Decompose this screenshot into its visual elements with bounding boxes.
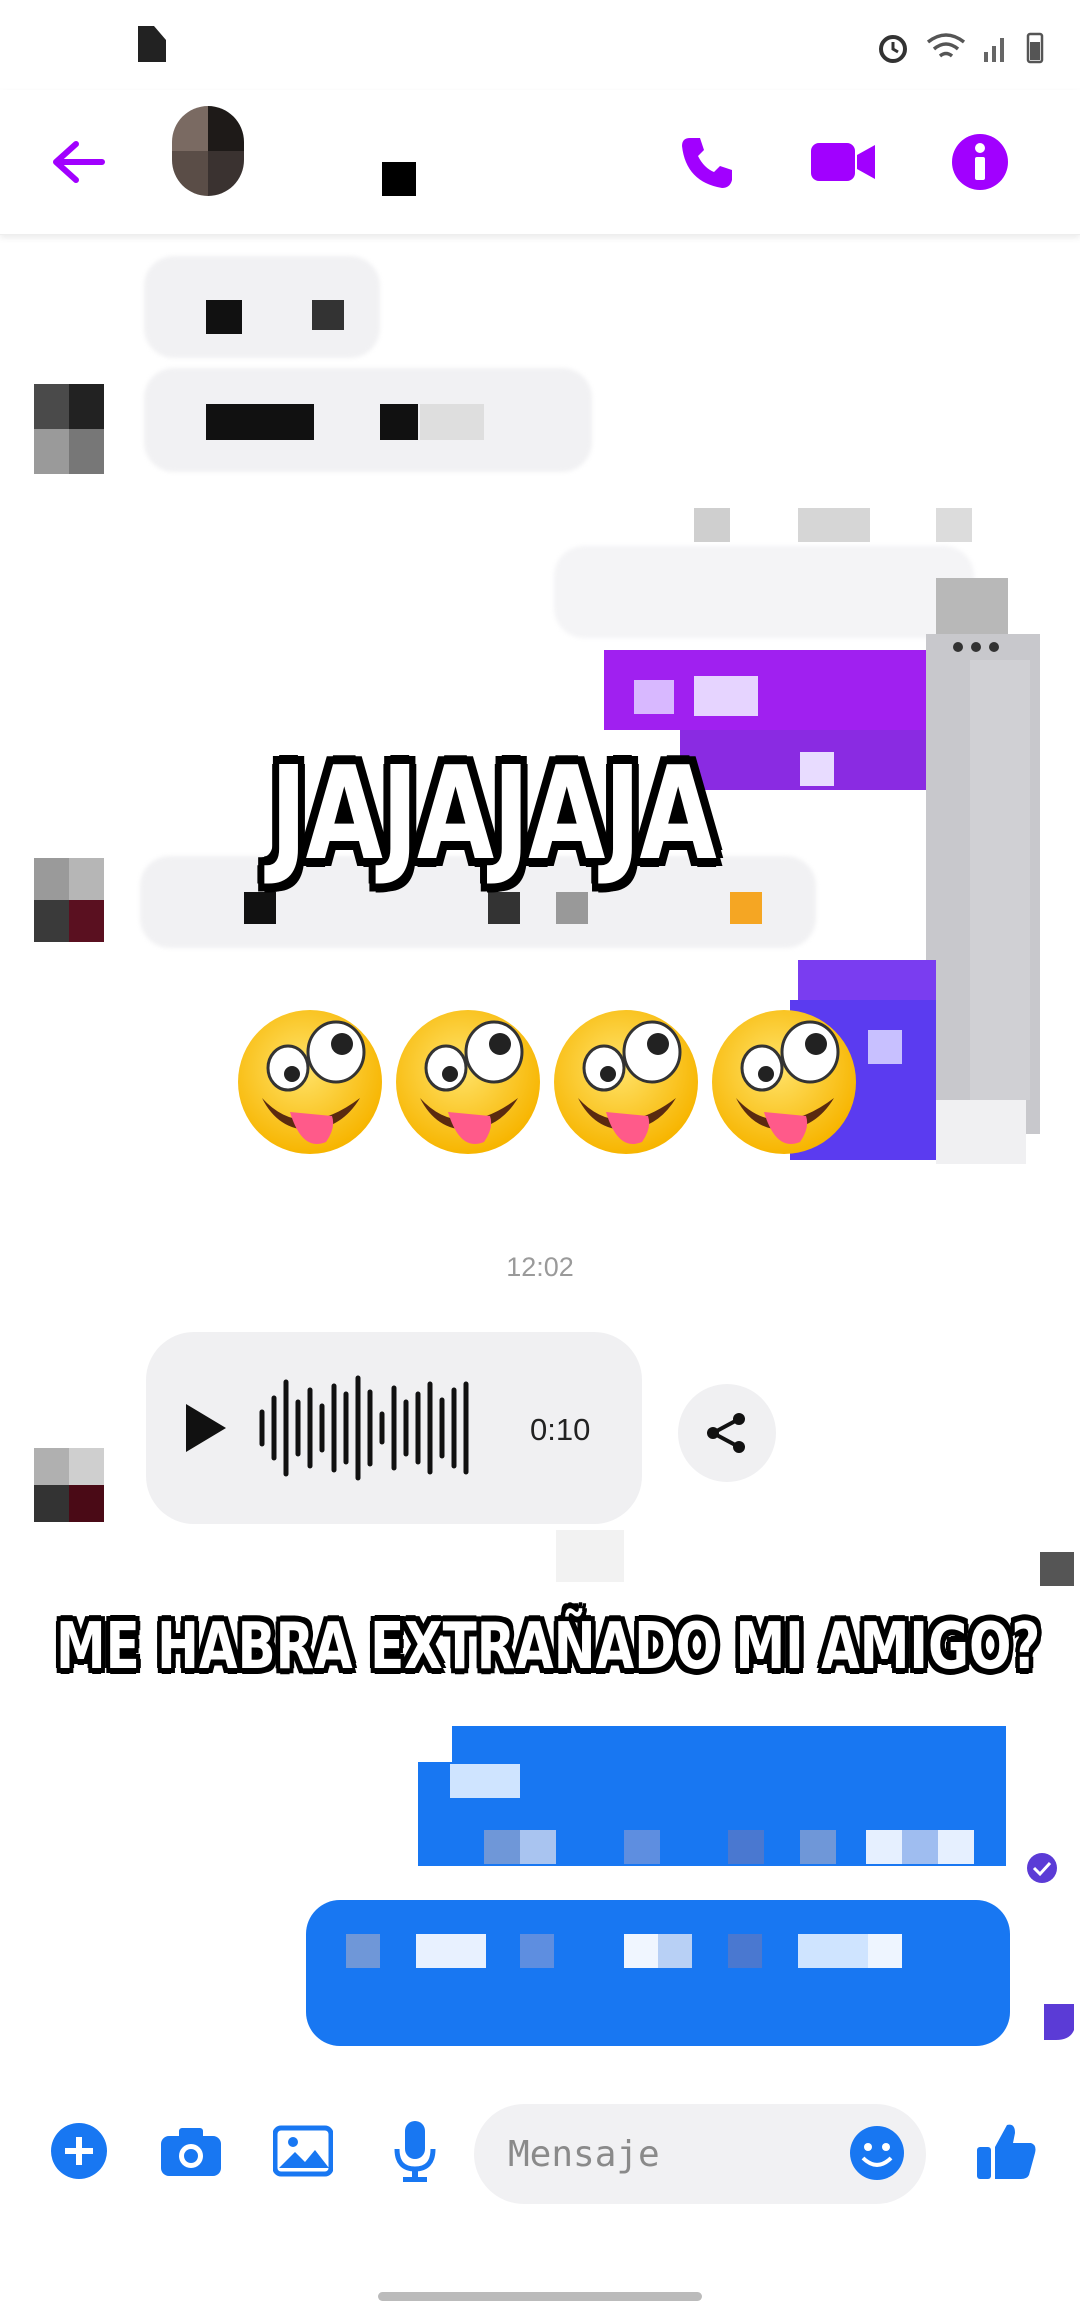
like-button[interactable] (970, 2114, 1044, 2188)
pixelated-block (868, 1934, 902, 1968)
overlay-laugh-text: JAJAJAJA (270, 740, 717, 889)
voice-message-duration: 0:10 (530, 1412, 591, 1447)
image-icon (273, 2125, 333, 2177)
seen-check-icon (1026, 1852, 1058, 1884)
back-button[interactable] (38, 122, 118, 202)
redaction-block (730, 892, 762, 924)
contact-name-redacted[interactable] (382, 162, 416, 196)
pixelated-block (520, 1830, 556, 1864)
overlay-question-text: ME HABRA EXTRAÑADO MI AMIGO? (56, 1610, 1041, 1684)
pixelated-block (520, 1934, 554, 1968)
pixelated-block (556, 1530, 624, 1582)
audio-waveform[interactable] (258, 1372, 478, 1484)
pixelated-block (728, 1830, 764, 1864)
zany-face-emoji (390, 1002, 546, 1158)
video-camera-icon (811, 143, 875, 181)
pixelated-block (1040, 1552, 1074, 1586)
status-bar (0, 0, 1080, 90)
camera-button[interactable] (154, 2114, 228, 2188)
battery-icon (1026, 32, 1044, 64)
add-button[interactable] (42, 2114, 116, 2188)
voice-record-button[interactable] (378, 2114, 452, 2188)
thumbs-up-icon (977, 2124, 1036, 2179)
signal-icon (984, 38, 1004, 62)
redaction-block (380, 404, 418, 440)
wifi-icon (926, 33, 966, 58)
pixelated-block (800, 1830, 836, 1864)
pixelated-block (798, 508, 870, 542)
chat-header (0, 90, 1080, 235)
pixelated-block (798, 1934, 868, 1968)
pixelated-block (634, 680, 674, 714)
emoji-icon (850, 2126, 904, 2180)
play-icon[interactable] (186, 1404, 226, 1452)
microphone-icon (394, 2121, 436, 2182)
zany-face-emoji (548, 1002, 704, 1158)
share-button[interactable] (678, 1384, 776, 1482)
contact-avatar[interactable] (172, 106, 244, 196)
pixelated-block (936, 578, 1008, 634)
received-message-redacted (144, 256, 380, 358)
info-icon (952, 134, 1008, 190)
redaction-block (556, 892, 588, 924)
pixelated-block (484, 1830, 520, 1864)
pixelated-block (624, 1830, 660, 1864)
home-indicator[interactable] (378, 2292, 702, 2301)
pixelated-block (866, 1830, 902, 1864)
voice-message-bubble[interactable]: 0:10 (146, 1332, 642, 1524)
read-receipt-avatar (1040, 2000, 1074, 2040)
voice-call-button[interactable] (668, 122, 748, 202)
notification-icon (138, 26, 166, 62)
sent-message-redacted (306, 1900, 1010, 2046)
message-timestamp: 12:02 (506, 1252, 574, 1282)
phone-icon (682, 138, 732, 188)
pixelated-block (450, 1764, 520, 1798)
zany-face-emoji (232, 1002, 388, 1158)
more-options-icon (950, 640, 1006, 652)
emoji-row (232, 1002, 862, 1158)
video-call-button[interactable] (804, 122, 884, 202)
status-icons (876, 30, 1044, 64)
plus-icon (51, 2123, 107, 2179)
arrow-left-icon (53, 141, 105, 183)
pixelated-block (658, 1934, 692, 1968)
redaction-block (206, 404, 314, 440)
emoji-button[interactable] (840, 2116, 914, 2190)
pixelated-block (416, 1934, 486, 1968)
pixelated-block (902, 1830, 938, 1864)
redaction-block (244, 892, 276, 924)
share-icon (707, 1413, 745, 1453)
redaction-block (420, 404, 484, 440)
camera-icon (161, 2128, 221, 2176)
pixelated-block (936, 1100, 1026, 1164)
pixelated-block (798, 960, 936, 1000)
redaction-block (488, 892, 520, 924)
pixelated-block (624, 1934, 658, 1968)
pixelated-block (936, 508, 972, 542)
redaction-block (206, 300, 242, 334)
pixelated-block (970, 660, 1030, 1100)
pixelated-block (728, 1934, 762, 1968)
conversation-info-button[interactable] (940, 122, 1020, 202)
gallery-button[interactable] (266, 2114, 340, 2188)
pixelated-block (800, 752, 834, 786)
pixelated-block (938, 1830, 974, 1864)
pixelated-block (694, 508, 730, 542)
alarm-icon (879, 35, 907, 63)
pixelated-block (694, 676, 758, 716)
sender-avatar[interactable] (34, 858, 104, 942)
sender-avatar[interactable] (34, 384, 104, 474)
zany-face-emoji (706, 1002, 862, 1158)
pixelated-block (868, 1030, 902, 1064)
pixelated-block (346, 1934, 380, 1968)
sender-avatar[interactable] (34, 1448, 104, 1522)
redaction-block (312, 300, 344, 330)
sent-message-redacted (554, 546, 974, 638)
